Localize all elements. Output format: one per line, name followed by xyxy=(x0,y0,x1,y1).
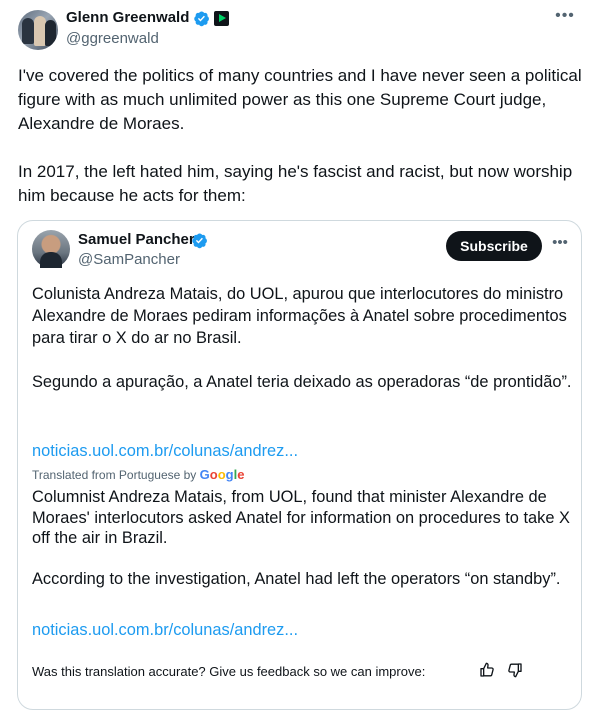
quoted-author-avatar[interactable] xyxy=(32,230,70,268)
quoted-paragraph: Segundo a apuração, a Anatel teria deixa… xyxy=(32,373,572,391)
quoted-tweet-original-text: Colunista Andreza Matais, do UOL, apurou… xyxy=(32,283,572,393)
thumbs-down-icon[interactable] xyxy=(507,662,523,678)
tweet-text: I've covered the politics of many countr… xyxy=(18,64,583,208)
verified-badge-icon xyxy=(192,233,207,249)
google-logo: Google xyxy=(199,467,245,482)
author-handle[interactable]: @ggreenwald xyxy=(66,29,159,49)
quoted-author-name[interactable]: Samuel Pancher xyxy=(78,231,195,249)
translated-from-label[interactable]: Translated from Portuguese by Google xyxy=(32,467,244,483)
subscribe-button[interactable]: Subscribe xyxy=(446,231,542,261)
tweet-paragraph: In 2017, the left hated him, saying he's… xyxy=(18,162,573,205)
translation-feedback-prompt: Was this translation accurate? Give us f… xyxy=(32,664,426,679)
translated-text: Columnist Andreza Matais, from UOL, foun… xyxy=(32,487,572,589)
rumble-affiliate-icon[interactable] xyxy=(214,11,229,26)
quoted-tweet[interactable]: Samuel Pancher @SamPancher Subscribe •••… xyxy=(17,220,582,710)
quoted-author-handle[interactable]: @SamPancher xyxy=(78,251,180,269)
tweet-header: Glenn Greenwald @ggreenwald ••• xyxy=(0,0,593,60)
verified-badge-icon xyxy=(194,11,209,27)
translated-from-text: Translated from Portuguese by xyxy=(32,468,200,482)
more-options-icon[interactable]: ••• xyxy=(550,235,570,252)
article-link[interactable]: noticias.uol.com.br/colunas/andrez... xyxy=(32,619,298,641)
article-link[interactable]: noticias.uol.com.br/colunas/andrez... xyxy=(32,440,298,462)
author-avatar[interactable] xyxy=(18,10,58,50)
tweet-paragraph: I've covered the politics of many countr… xyxy=(18,66,582,133)
quoted-paragraph: Colunista Andreza Matais, do UOL, apurou… xyxy=(32,285,567,347)
thumbs-up-icon[interactable] xyxy=(479,662,495,678)
more-options-icon[interactable]: ••• xyxy=(553,8,577,28)
translated-paragraph: According to the investigation, Anatel h… xyxy=(32,569,561,588)
translated-paragraph: Columnist Andreza Matais, from UOL, foun… xyxy=(32,488,570,547)
author-name[interactable]: Glenn Greenwald xyxy=(66,8,189,28)
